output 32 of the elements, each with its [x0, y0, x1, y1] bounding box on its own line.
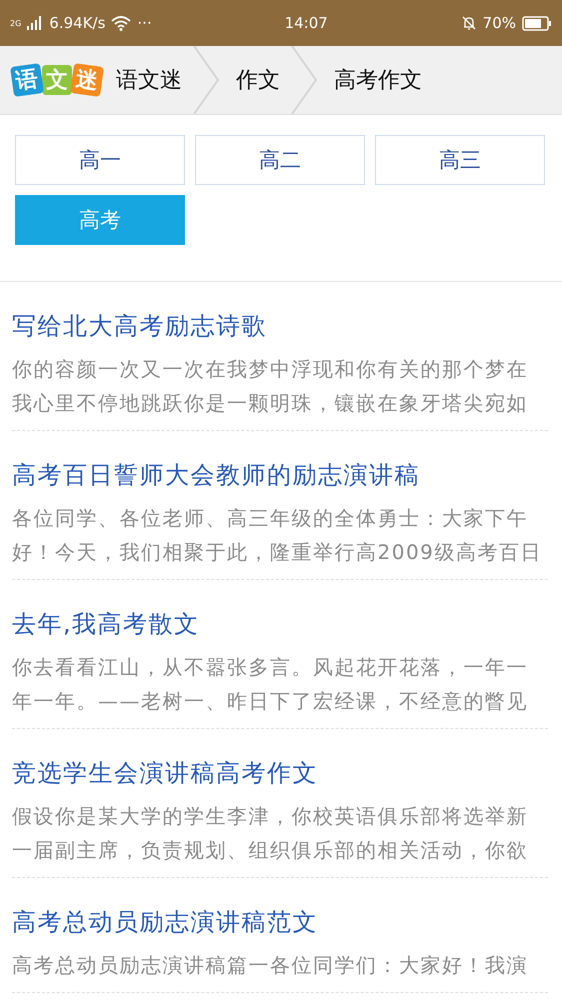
- clock: 14:07: [284, 14, 329, 32]
- article-title[interactable]: 去年,我高考散文: [12, 608, 548, 640]
- breadcrumb-link[interactable]: 作文: [236, 65, 290, 95]
- article-excerpt-line: 一届副主席，负责规划、组织俱乐部的相关活动，你欲: [12, 837, 529, 864]
- network-type: 2G: [10, 18, 22, 28]
- article-excerpt-line: 高考总动员励志演讲稿篇一各位同学们：大家好！我演: [12, 952, 529, 979]
- signal-icon: [27, 16, 44, 30]
- muted-bell-icon: [460, 15, 477, 31]
- article-excerpt-line: 年一年。——老树一、昨日下了宏经课，不经意的瞥见: [12, 688, 529, 715]
- article-title[interactable]: 高考总动员励志演讲稿范文: [12, 906, 548, 938]
- breadcrumb-link[interactable]: 高考作文: [334, 65, 432, 95]
- grade-tab[interactable]: 高三: [375, 135, 545, 185]
- battery-percent: 70%: [482, 14, 516, 32]
- article-excerpt-line: 各位同学、各位老师、高三年级的全体勇士：大家下午: [12, 505, 529, 532]
- battery-icon: [522, 16, 552, 30]
- grade-tab[interactable]: 高一: [15, 135, 185, 185]
- article-title[interactable]: 写给北大高考励志诗歌: [12, 310, 548, 342]
- article-title[interactable]: 竞选学生会演讲稿高考作文: [12, 757, 548, 789]
- article-excerpt-line: 你的容颜一次又一次在我梦中浮现和你有关的那个梦在: [12, 356, 529, 383]
- article-excerpt-line: 你去看看江山，从不嚣张多言。风起花开花落，一年一: [12, 654, 529, 681]
- article-title[interactable]: 高考百日誓师大会教师的励志演讲稿: [12, 459, 548, 491]
- wifi-icon: [111, 16, 132, 30]
- logo-tile: 文: [42, 65, 72, 95]
- logo-tile: 语: [10, 63, 44, 97]
- breadcrumb-link[interactable]: 语文迷: [116, 65, 192, 95]
- more-indicator: ···: [137, 14, 152, 32]
- article-excerpt-line: 好！今天，我们相聚于此，隆重举行高2009级高考百日: [12, 539, 543, 566]
- grade-tab[interactable]: 高二: [195, 135, 365, 185]
- network-speed: 6.94K/s: [49, 14, 106, 32]
- article-excerpt-line: 假设你是某大学的学生李津，你校英语俱乐部将选举新: [12, 803, 529, 830]
- article-excerpt-line: 我心里不停地跳跃你是一颗明珠，镶嵌在象牙塔尖宛如: [12, 390, 529, 417]
- logo-tile: 迷: [70, 63, 104, 97]
